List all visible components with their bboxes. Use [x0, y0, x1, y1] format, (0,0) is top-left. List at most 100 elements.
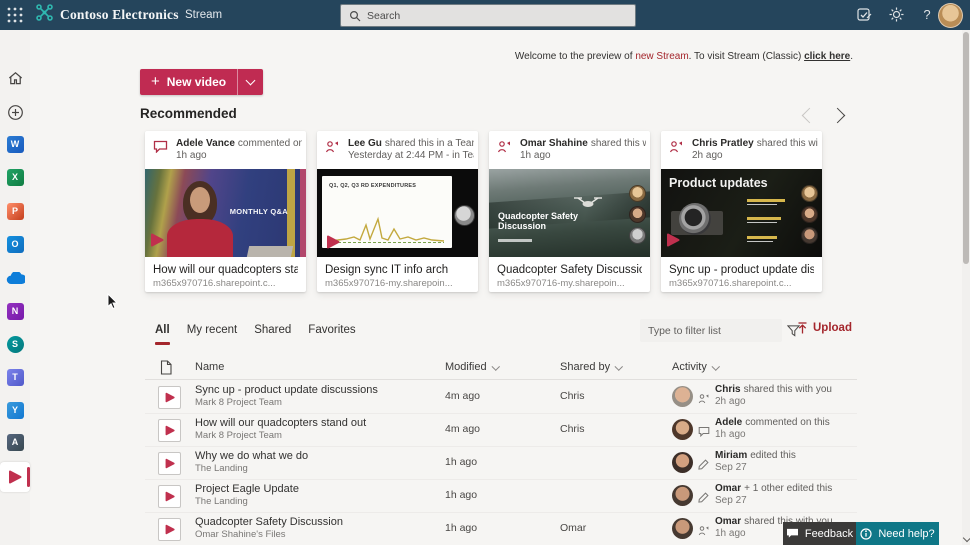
row-location: Omar Shahine's Files: [195, 529, 286, 540]
carousel-prev-button[interactable]: [801, 107, 818, 124]
brand-name: Contoso Electronics: [60, 7, 179, 22]
upload-button[interactable]: Upload: [797, 322, 852, 334]
pencil-icon: [698, 457, 709, 475]
tab-my-recent[interactable]: My recent: [187, 324, 238, 336]
all-apps-icon[interactable]: [0, 541, 30, 545]
play-icon[interactable]: [158, 419, 181, 442]
video-site: m365x970716-my.sharepoin...: [325, 278, 453, 289]
app-rail: W X P O N S T Y A: [0, 30, 30, 545]
table-row[interactable]: Why we do what we do The Landing 1h ago …: [145, 446, 857, 480]
activity-avatar: [672, 518, 693, 539]
preview-banner: Welcome to the preview of new Stream. To…: [514, 51, 853, 62]
people-share-icon: [669, 140, 684, 158]
activity-avatar: [672, 419, 693, 440]
account-avatar[interactable]: [938, 3, 963, 28]
viewer-avatar: [629, 227, 646, 244]
vertical-scrollbar[interactable]: [962, 30, 970, 545]
comment-icon: [153, 140, 168, 158]
table-row[interactable]: Project Eagle Update The Landing 1h ago …: [145, 479, 857, 513]
row-title: Quadcopter Safety Discussion: [195, 516, 343, 528]
active-tab-indicator: [155, 342, 170, 345]
powerpoint-icon[interactable]: P: [0, 196, 30, 226]
play-icon[interactable]: [158, 485, 181, 508]
check-badge-icon[interactable]: [856, 6, 874, 24]
recommended-card[interactable]: Adele Vancecommented on this 1h ago MONT…: [145, 131, 306, 292]
new-video-button[interactable]: + New video: [140, 69, 238, 95]
classic-stream-link[interactable]: click here: [804, 51, 850, 62]
tab-favorites[interactable]: Favorites: [308, 324, 355, 336]
create-icon[interactable]: [0, 97, 30, 127]
new-video-menu-button[interactable]: [237, 69, 264, 95]
settings-gear-icon[interactable]: [888, 6, 906, 24]
help-icon[interactable]: ?: [918, 6, 936, 24]
video-thumbnail[interactable]: Product updates: [661, 169, 822, 257]
viewer-avatar: [801, 206, 818, 223]
video-title: Quadcopter Safety Discussion: [497, 264, 642, 276]
recommended-heading: Recommended: [140, 106, 237, 121]
teams-icon[interactable]: T: [0, 362, 30, 392]
column-modified[interactable]: Modified: [445, 361, 500, 373]
video-thumbnail[interactable]: Q1, Q2, Q3 RD EXPENDITURES: [317, 169, 478, 257]
video-site: m365x970716.sharepoint.c...: [153, 278, 276, 289]
sharepoint-icon[interactable]: S: [0, 329, 30, 359]
play-icon[interactable]: [158, 518, 181, 541]
brand-home-link[interactable]: Contoso Electronics: [36, 3, 179, 27]
scrollbar-thumb[interactable]: [963, 32, 969, 264]
chevron-down-icon: [615, 361, 623, 370]
recommended-card[interactable]: Omar Shahineshared this with y... 1h ago…: [489, 131, 650, 292]
video-title: Design sync IT info arch: [325, 264, 449, 276]
people-share-icon: [698, 391, 710, 409]
excel-icon[interactable]: X: [0, 162, 30, 192]
yammer-icon[interactable]: Y: [0, 395, 30, 425]
people-share-icon: [497, 140, 512, 158]
activity-avatar: [672, 452, 693, 473]
home-icon[interactable]: [0, 63, 30, 93]
search-icon: [349, 10, 361, 21]
column-activity[interactable]: Activity: [672, 361, 720, 373]
carousel-next-button[interactable]: [829, 107, 846, 124]
table-row[interactable]: Quadcopter Safety Discussion Omar Shahin…: [145, 512, 857, 545]
search-input[interactable]: [361, 9, 635, 22]
activity-avatar: [672, 485, 693, 506]
recommended-card[interactable]: Chris Pratleyshared this with you 2h ago…: [661, 131, 822, 292]
mouse-cursor: [107, 292, 119, 315]
admin-icon[interactable]: A: [0, 427, 30, 457]
video-site: m365x970716.sharepoint.c...: [669, 278, 792, 289]
filter-input[interactable]: [640, 324, 787, 337]
table-row[interactable]: Sync up - product update discussions Mar…: [145, 380, 857, 414]
onenote-icon[interactable]: N: [0, 296, 30, 326]
column-name[interactable]: Name: [195, 361, 224, 373]
column-shared-by[interactable]: Shared by: [560, 361, 623, 373]
play-icon: [666, 233, 680, 252]
video-thumbnail[interactable]: Quadcopter Safety Discussion: [489, 169, 650, 257]
word-icon[interactable]: W: [0, 129, 30, 159]
table-row[interactable]: How will our quadcopters stand out Mark …: [145, 413, 857, 447]
viewer-avatar: [629, 185, 646, 202]
play-icon: [150, 233, 164, 252]
need-help-button[interactable]: Need help?: [856, 522, 939, 545]
recommended-card[interactable]: Lee Gushared this in a Teams ch... Yeste…: [317, 131, 478, 292]
outlook-icon[interactable]: O: [0, 229, 30, 259]
row-title: How will our quadcopters stand out: [195, 417, 367, 429]
scroll-down-arrow[interactable]: [962, 533, 970, 543]
document-icon: [160, 360, 172, 375]
row-location: The Landing: [195, 463, 248, 474]
tab-shared[interactable]: Shared: [254, 324, 291, 336]
plus-icon: +: [151, 72, 160, 90]
viewer-avatar: [801, 185, 818, 202]
table-header: Name Modified Shared by Activity: [145, 356, 857, 380]
upload-icon: [798, 322, 807, 334]
suite-search: [340, 4, 636, 27]
drone-logo-icon: [36, 4, 53, 26]
video-thumbnail[interactable]: MONTHLY Q&A: [145, 169, 306, 257]
app-launcher-icon[interactable]: [6, 6, 24, 24]
onedrive-icon[interactable]: [0, 263, 30, 293]
stream-icon[interactable]: [0, 462, 30, 492]
play-icon[interactable]: [158, 386, 181, 409]
tab-all[interactable]: All: [155, 324, 170, 336]
play-icon[interactable]: [158, 452, 181, 475]
filter-box: [640, 319, 800, 342]
library-tabs: All My recent Shared Favorites: [155, 324, 356, 336]
chevron-down-icon: [245, 75, 256, 86]
feedback-button[interactable]: Feedback: [783, 522, 856, 545]
